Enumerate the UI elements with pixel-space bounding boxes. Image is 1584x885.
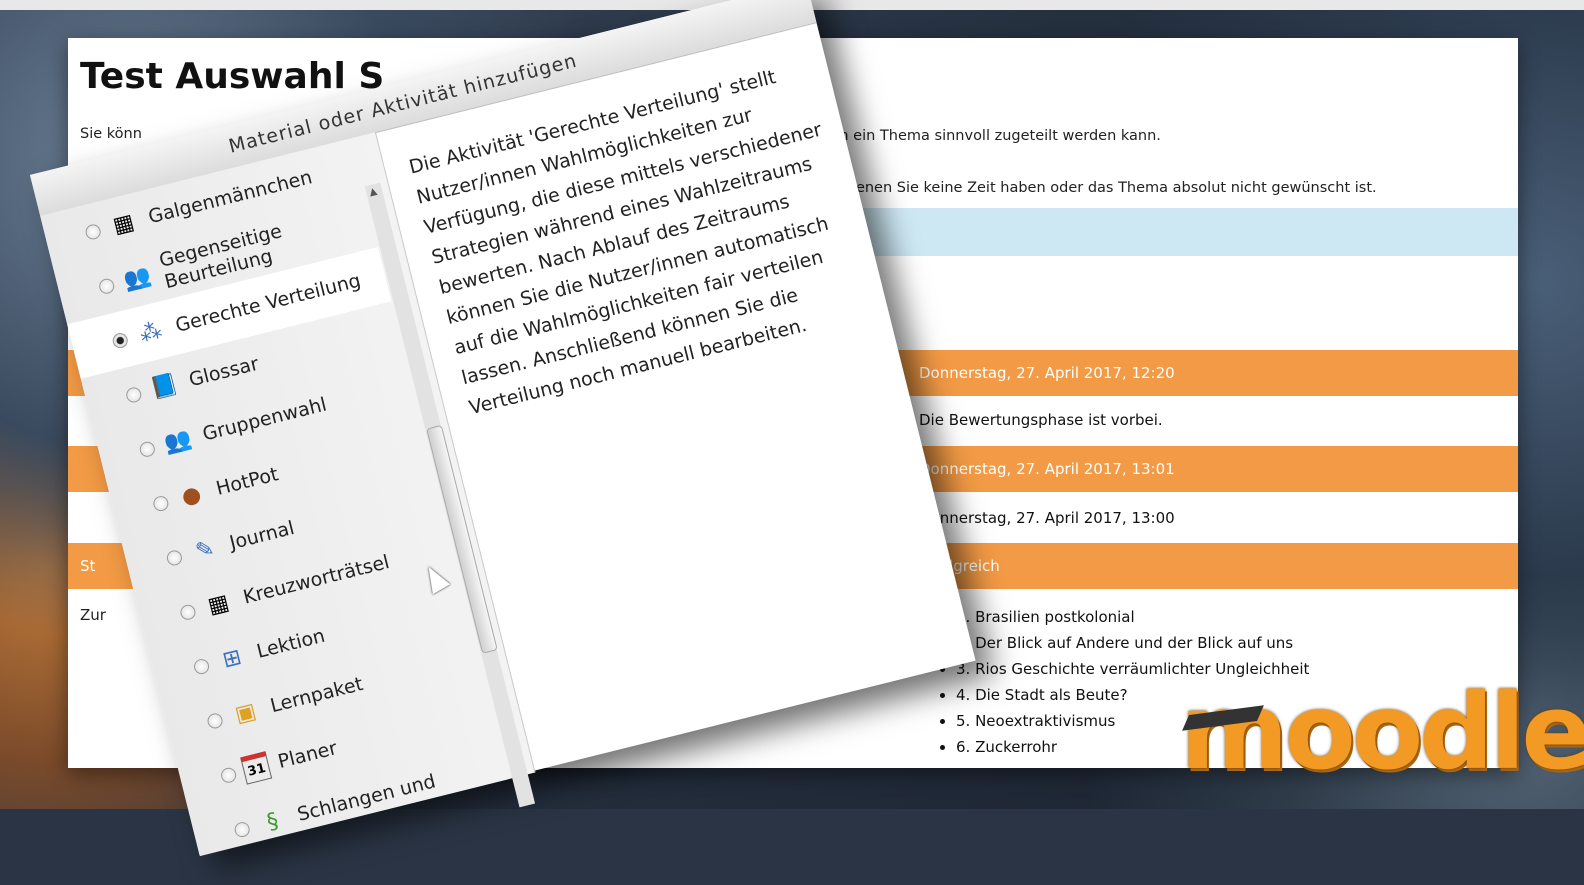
intro-line-2: lehnen an denen Sie keine Zeit haben ode… [770, 180, 1377, 196]
page-title: Test Auswahl S [80, 56, 385, 97]
snakes-icon: § [264, 808, 281, 835]
radio-button[interactable] [83, 222, 103, 241]
journal-icon: ✎ [192, 535, 217, 565]
radio-button[interactable] [138, 439, 157, 458]
radio-button-selected[interactable] [111, 331, 130, 350]
distribution-icon: ⁂ [136, 317, 165, 348]
activity-label: Lektion [254, 624, 328, 663]
radio-button[interactable] [219, 765, 238, 784]
moodle-logo: moodle [1180, 680, 1584, 790]
activity-label: Glossar [186, 352, 261, 392]
package-icon: ▣ [232, 698, 259, 728]
row-value: Die Bewertungsphase ist vorbei. [919, 411, 1163, 429]
row-value: Donnerstag, 27. April 2017, 13:01 [919, 460, 1175, 478]
group-icon: 👥 [161, 425, 195, 457]
activity-label: Lernpaket [268, 672, 366, 718]
radio-button[interactable] [232, 820, 252, 839]
status-label-fragment: St [80, 557, 96, 575]
activity-label: Journal [227, 516, 297, 555]
radio-button[interactable] [205, 711, 225, 730]
radio-button[interactable] [178, 602, 197, 621]
puzzle-grid-icon: ▦ [110, 209, 137, 239]
calendar-icon: 31 [240, 751, 273, 785]
intro-fragment: Sie könn [80, 126, 142, 142]
row-value: Donnerstag, 27. April 2017, 13:00 [919, 509, 1175, 527]
crossword-icon: ▦ [205, 589, 232, 619]
radio-button[interactable] [124, 385, 143, 404]
list-item: 1. Brasilien postkolonial [956, 604, 1309, 630]
back-link-fragment[interactable]: Zur [80, 606, 106, 624]
activity-description: Die Aktivität 'Gerechte Verteilung' stel… [406, 66, 831, 420]
activity-label: HotPot [213, 463, 281, 500]
peer-review-icon: 👥 [120, 262, 154, 294]
list-item: 2. Der Blick auf Andere und der Blick au… [956, 630, 1309, 656]
activity-label: Planer [275, 737, 340, 774]
row-value: Donnerstag, 27. April 2017, 12:20 [919, 364, 1175, 382]
radio-button[interactable] [192, 657, 211, 676]
radio-button[interactable] [165, 548, 184, 567]
scroll-up-icon[interactable]: ▲ [368, 186, 378, 199]
radio-button[interactable] [151, 494, 170, 513]
moodle-logo-text: moodle [1180, 671, 1584, 793]
glossary-icon: 📘 [147, 371, 181, 403]
hotpot-icon: ● [178, 481, 204, 510]
radio-button[interactable] [97, 276, 116, 295]
lesson-icon: ⊞ [219, 644, 244, 673]
